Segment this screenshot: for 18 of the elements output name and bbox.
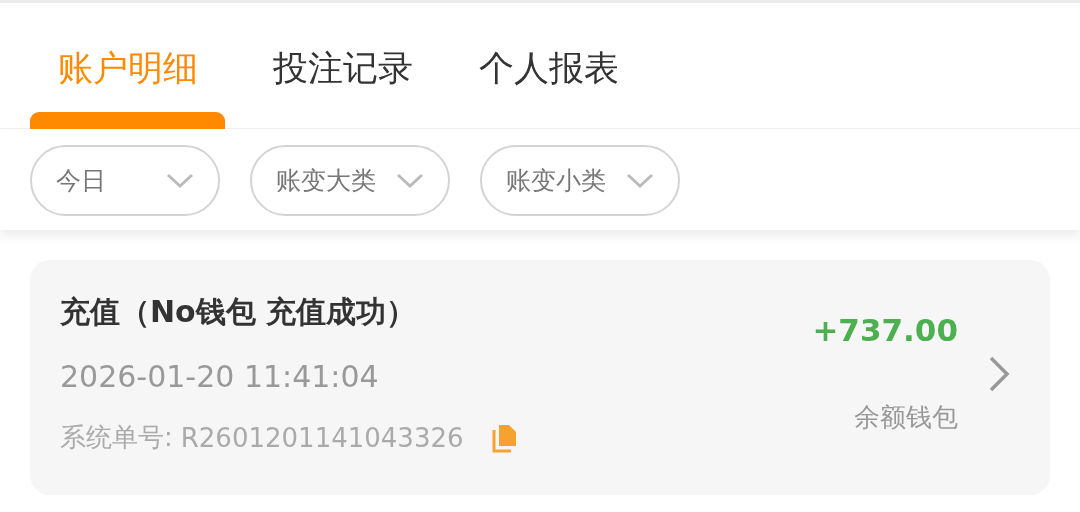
copy-icon[interactable] bbox=[491, 422, 518, 453]
wallet-name: 余额钱包 bbox=[854, 401, 958, 434]
record-title: 充值（No钱包 充值成功） bbox=[60, 293, 418, 331]
tab[interactable]: 账户明细 bbox=[30, 3, 225, 128]
chevron-down-icon bbox=[626, 172, 654, 189]
filter-dropdown[interactable]: 今日 bbox=[30, 145, 220, 216]
filter-dropdown[interactable]: 账变小类 bbox=[480, 145, 680, 216]
chevron-down-icon bbox=[396, 172, 424, 189]
record-time: 2026-01-20 11:41:04 bbox=[60, 359, 380, 394]
tab[interactable]: 投注记录 bbox=[255, 3, 431, 128]
tab[interactable]: 个人报表 bbox=[461, 3, 637, 128]
chevron-down-icon bbox=[166, 172, 194, 189]
record-card[interactable]: 充值（No钱包 充值成功） 2026-01-20 11:41:04 系统单号: R2601201141043326 +737.00 余额钱包 bbox=[30, 260, 1050, 495]
order-number: R2601201141043326 bbox=[180, 422, 464, 453]
order-label: 系统单号: bbox=[60, 421, 173, 454]
amount: +737.00 bbox=[812, 312, 958, 348]
filter-dropdown[interactable]: 账变大类 bbox=[250, 145, 450, 216]
chevron-right-icon bbox=[988, 354, 1010, 393]
